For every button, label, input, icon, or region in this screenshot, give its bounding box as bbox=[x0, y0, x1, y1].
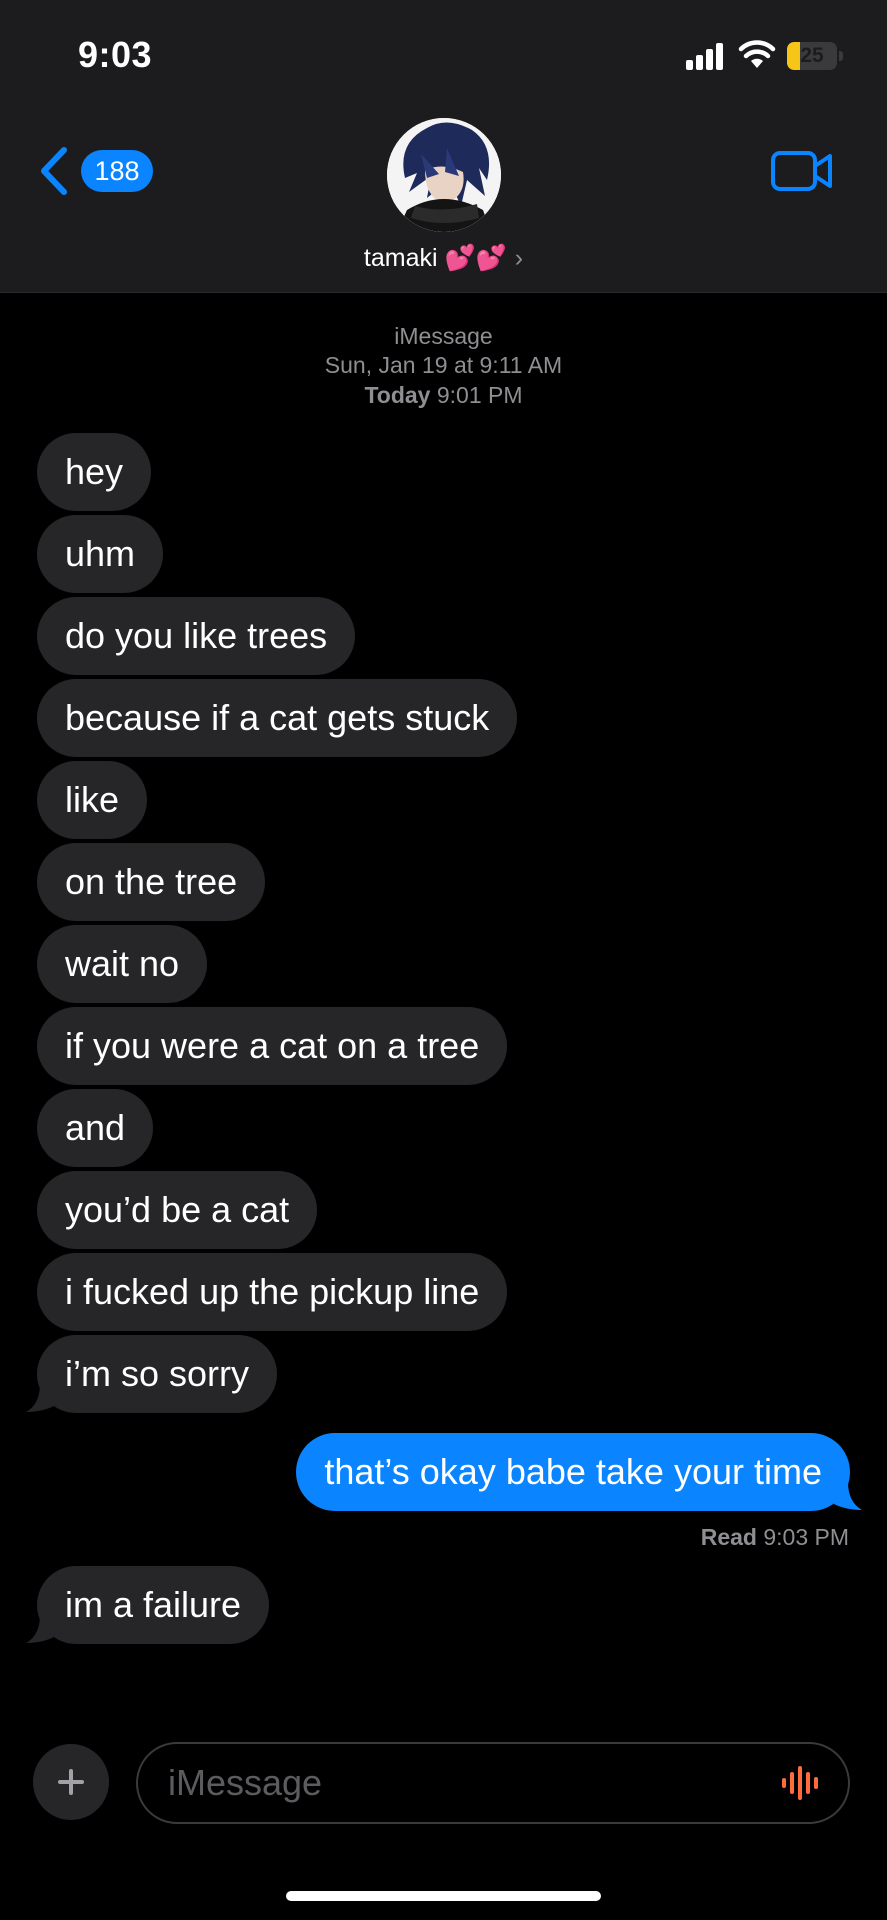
message-bubble-incoming[interactable]: i fucked up the pickup line bbox=[37, 1253, 508, 1331]
audio-waveform-icon[interactable] bbox=[780, 1766, 822, 1800]
plus-icon[interactable] bbox=[33, 1744, 109, 1820]
read-time: 9:03 PM bbox=[763, 1524, 849, 1550]
message-bubble-outgoing[interactable]: that’s okay babe take your time bbox=[296, 1433, 850, 1511]
video-camera-icon[interactable] bbox=[770, 150, 834, 192]
message-input-placeholder: iMessage bbox=[168, 1762, 323, 1803]
contact-name-text: tamaki 💕💕 bbox=[363, 244, 507, 272]
message-bubble-incoming[interactable]: because if a cat gets stuck bbox=[37, 679, 518, 757]
avatar-image bbox=[387, 118, 501, 232]
read-label: Read bbox=[700, 1524, 757, 1550]
chevron-right-icon: › bbox=[514, 244, 524, 272]
home-indicator[interactable] bbox=[286, 1891, 601, 1901]
service-label: iMessage bbox=[394, 323, 493, 349]
battery-percentage: 25 bbox=[800, 44, 824, 67]
message-bubble-incoming[interactable]: hey bbox=[37, 433, 152, 511]
message-bubble-incoming[interactable]: im a failure bbox=[37, 1566, 270, 1644]
conversation-header: 9:03 25 188 tamaki 💕💕 › bbox=[0, 0, 887, 293]
contact-name[interactable]: tamaki 💕💕 › bbox=[0, 244, 887, 273]
message-bubble-incoming[interactable]: on the tree bbox=[37, 843, 266, 921]
first-message-timestamp: Sun, Jan 19 at 9:11 AM bbox=[324, 352, 563, 378]
today-time: 9:01 PM bbox=[436, 382, 523, 408]
message-bubble-incoming[interactable]: do you like trees bbox=[37, 597, 356, 675]
message-bubble-incoming[interactable]: and bbox=[37, 1089, 154, 1167]
today-label: Today bbox=[364, 382, 431, 408]
bubble-tail bbox=[26, 1615, 54, 1643]
unread-count-badge[interactable]: 188 bbox=[81, 150, 153, 192]
message-bubble-incoming[interactable]: like bbox=[37, 761, 148, 839]
message-bubble-incoming[interactable]: you’d be a cat bbox=[37, 1171, 318, 1249]
read-receipt: Read 9:03 PM bbox=[701, 1524, 849, 1551]
chevron-left-icon[interactable] bbox=[36, 146, 70, 196]
battery-indicator: 25 bbox=[787, 42, 837, 70]
cellular-signal-icon bbox=[686, 42, 724, 70]
message-bubble-incoming[interactable]: wait no bbox=[37, 925, 208, 1003]
message-input[interactable]: iMessage bbox=[136, 1742, 850, 1824]
bubble-tail bbox=[26, 1384, 54, 1412]
message-bubble-incoming[interactable]: i’m so sorry bbox=[37, 1335, 278, 1413]
battery-tip bbox=[839, 51, 843, 61]
contact-avatar[interactable] bbox=[387, 118, 501, 232]
today-timestamp: Today 9:01 PM bbox=[0, 382, 887, 409]
message-bubble-incoming[interactable]: uhm bbox=[37, 515, 164, 593]
status-time: 9:03 bbox=[78, 34, 153, 75]
wifi-icon bbox=[738, 40, 776, 68]
bubble-tail bbox=[834, 1482, 862, 1510]
message-bubble-incoming[interactable]: if you were a cat on a tree bbox=[37, 1007, 508, 1085]
